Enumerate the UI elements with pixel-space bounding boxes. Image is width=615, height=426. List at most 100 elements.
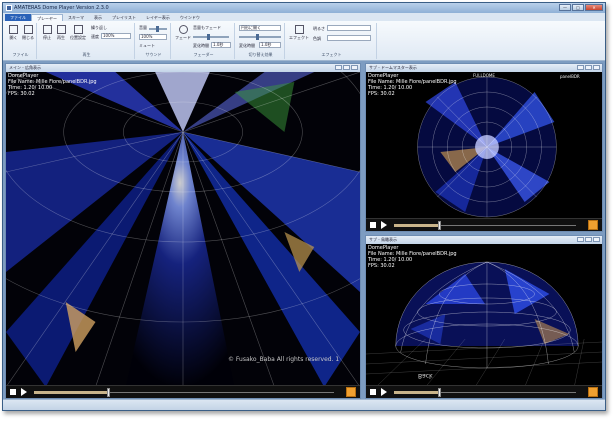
tab-schema[interactable]: スキーマ <box>63 14 89 21</box>
seek-bar[interactable] <box>34 388 334 397</box>
seek-bar[interactable] <box>394 388 576 397</box>
overlay-fps: FPS: 30.02 <box>8 91 35 97</box>
fade-group: フェード 音量もフェード 変化時間 1.0秒 フェーダー <box>173 23 235 59</box>
switch-group: 円形に開く 変化時間 1.0秒 切り替え効果 <box>237 23 285 59</box>
switch-slider[interactable] <box>239 34 281 40</box>
maximize-button[interactable]: □ <box>572 4 584 11</box>
switch-time-field[interactable]: 1.0秒 <box>259 42 281 48</box>
fullscreen-icon[interactable] <box>588 220 598 230</box>
bird-controls <box>366 385 602 398</box>
master-close-button[interactable] <box>593 65 600 70</box>
main-panel: メイン - 広角表示 DomePlayer File Name: Mille F… <box>5 63 361 399</box>
file-group-label: ファイル <box>12 52 29 57</box>
tab-playlist[interactable]: プレイリスト <box>107 14 141 21</box>
sound-group-label: サウンド <box>145 52 162 57</box>
bird-max-button[interactable] <box>585 237 592 242</box>
master-logo-right: panelBDR <box>560 74 580 79</box>
switch-time-label: 変化時間 <box>239 43 255 48</box>
workspace: メイン - 広角表示 DomePlayer File Name: Mille F… <box>3 61 605 401</box>
close-button[interactable]: ✕ <box>585 4 603 11</box>
playback-group: 停止 再生 位置設定 繰り返し 速度 100% 再生 <box>39 23 135 59</box>
master-overlay: DomePlayer File Name: Mille Fiore/panelB… <box>368 73 457 97</box>
master-controls <box>366 218 602 231</box>
title-bar: AMATERAS Dome Player Version 2.3.0 — □ ✕ <box>3 3 605 13</box>
master-view[interactable]: DomePlayer File Name: Mille Fiore/panelB… <box>366 72 602 220</box>
seek-progress <box>34 391 109 394</box>
bird-min-button[interactable] <box>577 237 584 242</box>
fade-slider[interactable] <box>193 34 229 40</box>
sound-group: 音量 100% ミュート サウンド <box>137 23 171 59</box>
close-file-icon <box>23 25 33 34</box>
minimize-button[interactable]: — <box>559 4 571 11</box>
volume-label: 音量 <box>139 25 147 30</box>
app-window: AMATERAS Dome Player Version 2.3.0 — □ ✕… <box>2 2 606 411</box>
seek-bar[interactable] <box>394 221 576 230</box>
seek-progress <box>394 224 440 227</box>
status-bar <box>3 399 605 410</box>
file-group: 開く 閉じる ファイル <box>5 23 37 59</box>
fade-time-label: 変化時間 <box>193 43 209 48</box>
bird-view[interactable]: DomePlayer File Name: Mille Fiore/panelB… <box>366 244 602 387</box>
play-icon <box>56 25 66 34</box>
tab-file[interactable]: ファイル <box>5 14 31 21</box>
brightness-select[interactable] <box>327 25 371 31</box>
stop-icon[interactable] <box>370 222 376 228</box>
main-view[interactable]: DomePlayer File Name: Mille Fiore/panelB… <box>6 72 360 387</box>
play-icon[interactable] <box>21 388 27 396</box>
switch-mode-select[interactable]: 円形に開く <box>239 25 281 31</box>
volume-field[interactable]: 100% <box>139 34 167 40</box>
stop-button[interactable]: 停止 <box>41 25 53 41</box>
tab-player[interactable]: プレーヤー <box>31 14 63 21</box>
effect-group-label: エフェクト <box>321 52 342 57</box>
master-panel-title: サブ - ドームマスター表示 <box>366 64 602 72</box>
open-button[interactable]: 開く <box>7 25 20 41</box>
repeat-checkbox[interactable]: 繰り返し <box>91 25 107 31</box>
master-min-button[interactable] <box>577 65 584 70</box>
bird-overlay: DomePlayer File Name: Mille Fiore/panelB… <box>368 245 457 269</box>
ribbon-tabs: ファイル プレーヤー スキーマ 表示 プレイリスト レイヤー表示 ウインドウ <box>3 13 605 21</box>
tab-view[interactable]: 表示 <box>89 14 107 21</box>
brightness-label: 明るさ <box>313 26 325 31</box>
stop-icon[interactable] <box>10 389 16 395</box>
fade-audio-checkbox[interactable]: 音量もフェード <box>193 25 221 31</box>
close-file-button[interactable]: 閉じる <box>21 25 35 41</box>
mute-checkbox[interactable]: ミュート <box>139 43 155 49</box>
fade-time-field[interactable]: 1.0秒 <box>211 42 231 48</box>
volume-slider[interactable] <box>149 26 167 32</box>
main-close-button[interactable] <box>351 65 358 70</box>
bird-panel-title: サブ - 鳥瞰表示 <box>366 236 602 244</box>
fade-button[interactable]: フェード <box>175 25 191 41</box>
tint-select[interactable] <box>327 35 371 41</box>
fade-group-label: フェーダー <box>193 52 214 57</box>
fullscreen-icon[interactable] <box>588 387 598 397</box>
seek-thumb[interactable] <box>437 388 441 397</box>
main-dome-image <box>6 72 360 387</box>
birds-eye-panel: サブ - 鳥瞰表示 DomePlayer File Name: Mille Fi… <box>365 235 603 399</box>
fullscreen-icon[interactable] <box>346 387 356 397</box>
play-button[interactable]: 再生 <box>55 25 67 41</box>
dome-master-panel: サブ - ドームマスター表示 DomePlayer File Name: Mil… <box>365 63 603 232</box>
seek-thumb[interactable] <box>107 388 110 397</box>
main-min-button[interactable] <box>335 65 342 70</box>
stop-icon <box>42 25 52 34</box>
main-controls <box>6 385 360 398</box>
master-logo-top: FULLDOME <box>473 73 495 78</box>
tint-label: 色調 <box>313 36 321 41</box>
main-max-button[interactable] <box>343 65 350 70</box>
position-button[interactable]: 位置設定 <box>69 25 87 41</box>
play-icon[interactable] <box>381 221 387 229</box>
folder-icon <box>9 25 18 34</box>
stop-icon[interactable] <box>370 389 376 395</box>
overlay-fps: FPS: 30.02 <box>368 91 395 97</box>
seek-thumb[interactable] <box>437 221 441 230</box>
speed-select[interactable]: 100% <box>101 33 131 39</box>
position-icon <box>73 25 83 34</box>
bird-close-button[interactable] <box>593 237 600 242</box>
tab-layer-view[interactable]: レイヤー表示 <box>141 14 175 21</box>
app-icon <box>6 5 12 11</box>
effect-group: エフェクト 明るさ 色調 エフェクト <box>287 23 377 59</box>
master-max-button[interactable] <box>585 65 592 70</box>
play-icon[interactable] <box>381 388 387 396</box>
effect-button[interactable]: エフェクト <box>289 25 309 41</box>
tab-window[interactable]: ウインドウ <box>175 14 205 21</box>
